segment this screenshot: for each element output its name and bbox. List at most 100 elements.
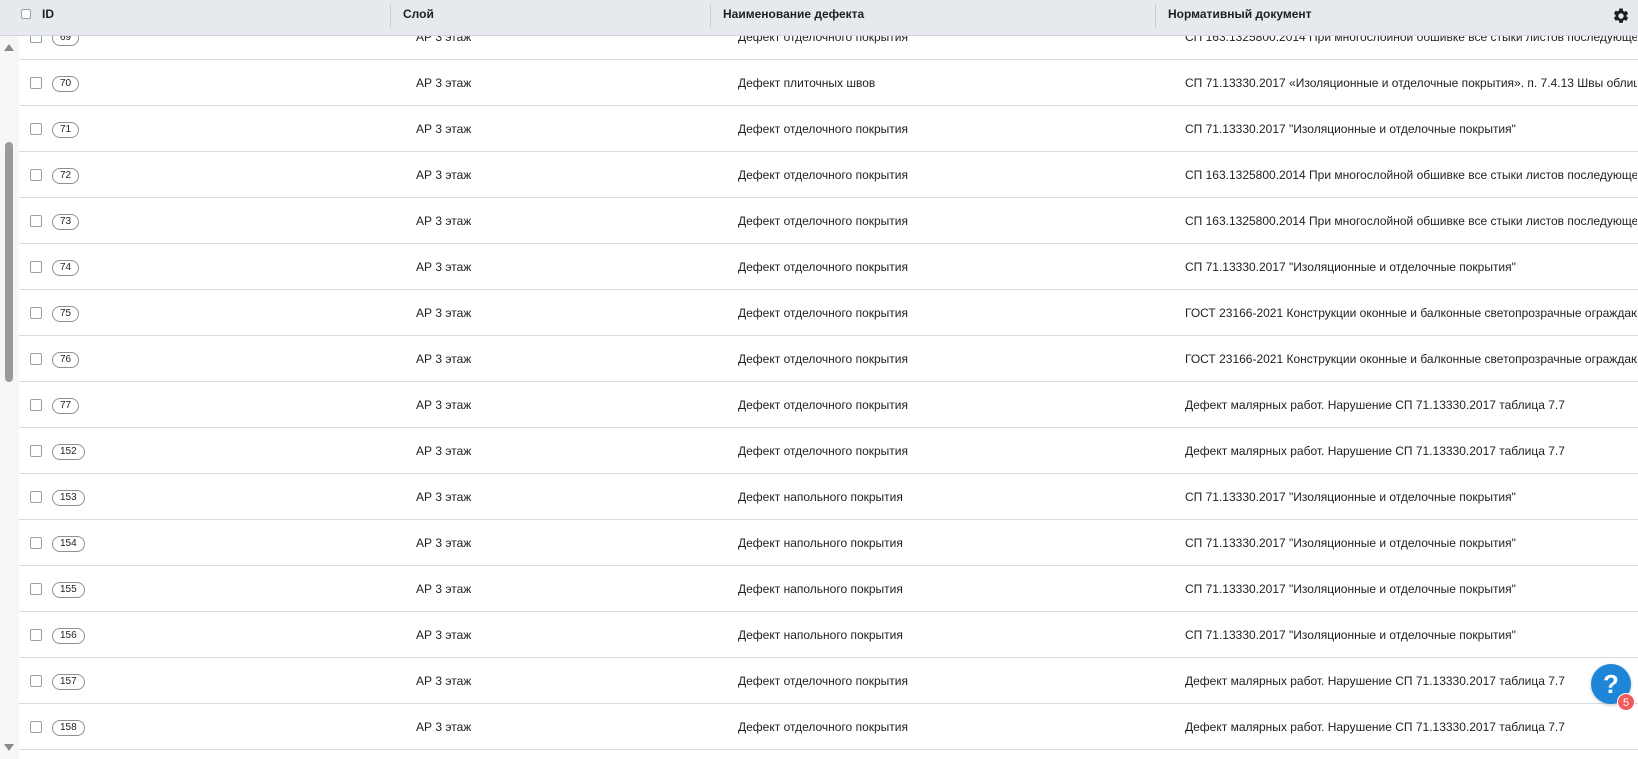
row-defect-name: Дефект напольного покрытия bbox=[738, 536, 903, 550]
row-defect-name: Дефект напольного покрытия bbox=[738, 628, 903, 642]
row-layer: АР 3 этаж bbox=[416, 352, 472, 366]
row-checkbox[interactable] bbox=[30, 169, 42, 181]
table-row[interactable]: 74 АР 3 этаж Дефект отделочного покрытия СП… bbox=[19, 244, 1638, 290]
row-checkbox[interactable] bbox=[30, 445, 42, 457]
table-row[interactable]: 71 АР 3 этаж Дефект отделочного покрытия СП… bbox=[19, 106, 1638, 152]
row-checkbox[interactable] bbox=[30, 675, 42, 687]
column-separator[interactable] bbox=[710, 4, 711, 28]
row-id-badge: 156 bbox=[52, 628, 85, 644]
row-defect-name: Дефект плиточных швов bbox=[738, 76, 876, 90]
table-row[interactable]: 154 АР 3 этаж Дефект напольного покрытия СП… bbox=[19, 520, 1638, 566]
row-checkbox[interactable] bbox=[30, 36, 42, 43]
row-layer: АР 3 этаж bbox=[416, 398, 472, 412]
row-layer: АР 3 этаж bbox=[416, 76, 472, 90]
row-defect-name: Дефект отделочного покрытия bbox=[738, 260, 908, 274]
column-header-defect-name[interactable]: Наименование дефекта bbox=[723, 0, 864, 35]
row-normative-document: Дефект малярных работ. Нарушение СП 71.1… bbox=[1185, 398, 1565, 412]
row-checkbox[interactable] bbox=[30, 123, 42, 135]
row-id-badge: 152 bbox=[52, 444, 85, 460]
row-layer: АР 3 этаж bbox=[416, 674, 472, 688]
row-layer: АР 3 этаж bbox=[416, 306, 472, 320]
row-normative-document: СП 163.1325800.2014 При многослойной обш… bbox=[1185, 214, 1637, 228]
row-normative-document: СП 71.13330.2017 "Изоляционные и отделоч… bbox=[1185, 582, 1516, 596]
help-notification-badge: 5 bbox=[1617, 693, 1635, 711]
row-id-badge: 69 bbox=[52, 36, 80, 46]
row-normative-document: СП 71.13330.2017 "Изоляционные и отделоч… bbox=[1185, 536, 1516, 550]
vertical-scrollbar[interactable] bbox=[0, 36, 19, 759]
row-id-badge: 73 bbox=[52, 214, 80, 230]
table-row[interactable]: 158 АР 3 этаж Дефект отделочного покрытия Д… bbox=[19, 704, 1638, 750]
gear-icon[interactable] bbox=[1612, 7, 1630, 25]
table-header: ID Слой Наименование дефекта Нормативный… bbox=[0, 0, 1638, 36]
row-defect-name: Дефект отделочного покрытия bbox=[738, 720, 908, 734]
triangle-down-icon[interactable] bbox=[4, 744, 14, 751]
table-row[interactable]: 153 АР 3 этаж Дефект напольного покрытия СП… bbox=[19, 474, 1638, 520]
row-normative-document: СП 163.1325800.2014 При многослойной обш… bbox=[1185, 36, 1637, 44]
row-defect-name: Дефект напольного покрытия bbox=[738, 490, 903, 504]
row-normative-document: Дефект малярных работ. Нарушение СП 71.1… bbox=[1185, 444, 1565, 458]
row-defect-name: Дефект напольного покрытия bbox=[738, 582, 903, 596]
row-normative-document: Дефект малярных работ. Нарушение СП 71.1… bbox=[1185, 674, 1565, 688]
table-row[interactable]: 76 АР 3 этаж Дефект отделочного покрытия ГО… bbox=[19, 336, 1638, 382]
table-row[interactable]: 77 АР 3 этаж Дефект отделочного покрытия Де… bbox=[19, 382, 1638, 428]
column-header-id[interactable]: ID bbox=[42, 0, 54, 35]
row-checkbox[interactable] bbox=[30, 629, 42, 641]
table-row[interactable]: 157 АР 3 этаж Дефект отделочного покрытия Д… bbox=[19, 658, 1638, 704]
select-all-checkbox[interactable] bbox=[21, 9, 31, 19]
row-normative-document: СП 71.13330.2017 "Изоляционные и отделоч… bbox=[1185, 122, 1516, 136]
row-layer: АР 3 этаж bbox=[416, 214, 472, 228]
row-defect-name: Дефект отделочного покрытия bbox=[738, 36, 908, 44]
table-row[interactable]: 69 АР 3 этаж Дефект отделочного покрытия СП… bbox=[19, 36, 1638, 60]
row-normative-document: СП 71.13330.2017 "Изоляционные и отделоч… bbox=[1185, 628, 1516, 642]
row-normative-document: ГОСТ 23166-2021 Конструкции оконные и ба… bbox=[1185, 306, 1637, 320]
row-normative-document: СП 163.1325800.2014 При многослойной обш… bbox=[1185, 168, 1637, 182]
row-checkbox[interactable] bbox=[30, 261, 42, 273]
row-id-badge: 71 bbox=[52, 122, 80, 138]
row-layer: АР 3 этаж bbox=[416, 582, 472, 596]
column-separator[interactable] bbox=[1155, 4, 1156, 28]
row-checkbox[interactable] bbox=[30, 537, 42, 549]
row-layer: АР 3 этаж bbox=[416, 36, 472, 44]
table-row[interactable]: 155 АР 3 этаж Дефект напольного покрытия СП… bbox=[19, 566, 1638, 612]
row-layer: АР 3 этаж bbox=[416, 490, 472, 504]
row-checkbox[interactable] bbox=[30, 583, 42, 595]
row-id-badge: 76 bbox=[52, 352, 80, 368]
row-defect-name: Дефект отделочного покрытия bbox=[738, 398, 908, 412]
row-layer: АР 3 этаж bbox=[416, 168, 472, 182]
table-row[interactable]: 152 АР 3 этаж Дефект отделочного покрытия Д… bbox=[19, 428, 1638, 474]
row-checkbox[interactable] bbox=[30, 353, 42, 365]
column-header-normative-document[interactable]: Нормативный документ bbox=[1168, 0, 1312, 35]
row-checkbox[interactable] bbox=[30, 721, 42, 733]
table-row[interactable]: 75 АР 3 этаж Дефект отделочного покрытия ГО… bbox=[19, 290, 1638, 336]
row-checkbox[interactable] bbox=[30, 491, 42, 503]
row-checkbox[interactable] bbox=[30, 77, 42, 89]
row-normative-document: ГОСТ 23166-2021 Конструкции оконные и ба… bbox=[1185, 352, 1637, 366]
row-normative-document: Дефект малярных работ. Нарушение СП 71.1… bbox=[1185, 720, 1565, 734]
row-layer: АР 3 этаж bbox=[416, 122, 472, 136]
table-row[interactable]: 70 АР 3 этаж Дефект плиточных швов СП 71.13… bbox=[19, 60, 1638, 106]
row-layer: АР 3 этаж bbox=[416, 536, 472, 550]
row-defect-name: Дефект отделочного покрытия bbox=[738, 168, 908, 182]
column-header-layer[interactable]: Слой bbox=[403, 0, 434, 35]
table-row[interactable]: 72 АР 3 этаж Дефект отделочного покрытия СП… bbox=[19, 152, 1638, 198]
table-body: 69 АР 3 этаж Дефект отделочного покрытия СП… bbox=[19, 36, 1638, 759]
row-layer: АР 3 этаж bbox=[416, 628, 472, 642]
column-separator[interactable] bbox=[390, 4, 391, 28]
triangle-up-icon[interactable] bbox=[4, 44, 14, 51]
row-layer: АР 3 этаж bbox=[416, 444, 472, 458]
defects-table-page: ID Слой Наименование дефекта Нормативный… bbox=[0, 0, 1638, 759]
table-row[interactable]: 73 АР 3 этаж Дефект отделочного покрытия СП… bbox=[19, 198, 1638, 244]
row-id-badge: 158 bbox=[52, 720, 85, 736]
row-checkbox[interactable] bbox=[30, 215, 42, 227]
row-id-badge: 75 bbox=[52, 306, 80, 322]
row-checkbox[interactable] bbox=[30, 399, 42, 411]
row-defect-name: Дефект отделочного покрытия bbox=[738, 352, 908, 366]
table-row[interactable]: 156 АР 3 этаж Дефект напольного покрытия СП… bbox=[19, 612, 1638, 658]
row-id-badge: 77 bbox=[52, 398, 80, 414]
row-defect-name: Дефект отделочного покрытия bbox=[738, 444, 908, 458]
row-checkbox[interactable] bbox=[30, 307, 42, 319]
row-id-badge: 74 bbox=[52, 260, 80, 276]
row-defect-name: Дефект отделочного покрытия bbox=[738, 674, 908, 688]
row-id-badge: 155 bbox=[52, 582, 85, 598]
scrollbar-thumb[interactable] bbox=[5, 142, 13, 382]
